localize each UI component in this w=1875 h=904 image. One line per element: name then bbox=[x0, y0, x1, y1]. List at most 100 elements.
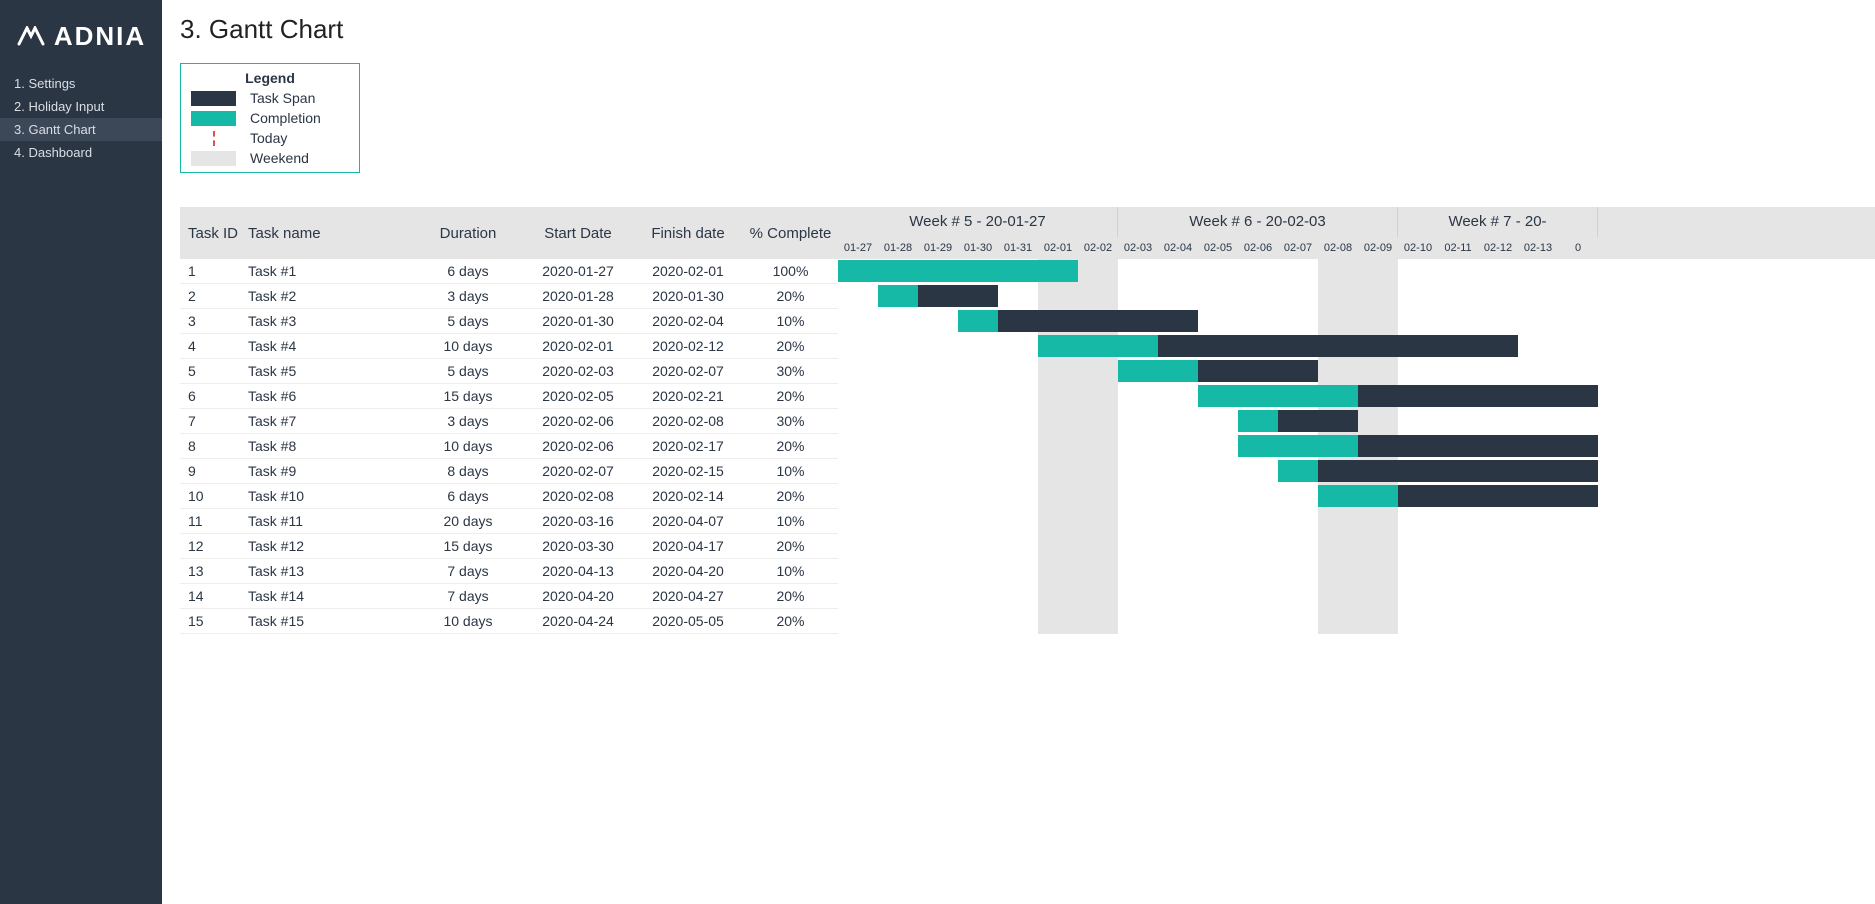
gantt-bar-completion[interactable] bbox=[1198, 385, 1358, 407]
gantt-row bbox=[838, 434, 1875, 459]
table-row[interactable]: 14Task #147 days2020-04-202020-04-2720% bbox=[180, 584, 838, 609]
nav-item[interactable]: 1. Settings bbox=[0, 72, 162, 95]
gantt-cell bbox=[1358, 284, 1398, 309]
gantt-cell bbox=[1558, 309, 1598, 334]
table-row[interactable]: 13Task #137 days2020-04-132020-04-2010% bbox=[180, 559, 838, 584]
gantt-cell bbox=[838, 284, 878, 309]
logo: ADNIA bbox=[0, 0, 162, 72]
gantt-cell bbox=[1398, 259, 1438, 284]
cell-finish-date: 2020-02-07 bbox=[633, 363, 743, 379]
gantt-bar-completion[interactable] bbox=[838, 260, 1078, 282]
gantt-cell bbox=[1438, 534, 1478, 559]
gantt-cell bbox=[1278, 284, 1318, 309]
gantt-cell bbox=[918, 309, 958, 334]
legend-row-weekend: Weekend bbox=[181, 148, 359, 172]
gantt-cell bbox=[1398, 534, 1438, 559]
table-row[interactable]: 4Task #410 days2020-02-012020-02-1220% bbox=[180, 334, 838, 359]
gantt-bar-span[interactable] bbox=[1278, 460, 1598, 482]
gantt-cell bbox=[1398, 284, 1438, 309]
gantt-week-cell: Week # 5 - 20-01-27 bbox=[838, 207, 1118, 237]
gantt-cell bbox=[1198, 409, 1238, 434]
table-row[interactable]: 1Task #16 days2020-01-272020-02-01100% bbox=[180, 259, 838, 284]
nav-list: 1. Settings2. Holiday Input3. Gantt Char… bbox=[0, 72, 162, 164]
cell-start-date: 2020-04-24 bbox=[523, 613, 633, 629]
gantt-cell bbox=[878, 459, 918, 484]
cell-task-id: 1 bbox=[180, 263, 248, 279]
gantt-cell bbox=[1198, 284, 1238, 309]
gantt-cell bbox=[1038, 584, 1078, 609]
gantt-row bbox=[838, 384, 1875, 409]
cell-percent-complete: 20% bbox=[743, 438, 838, 454]
page-title: 3. Gantt Chart bbox=[180, 14, 1875, 45]
table-row[interactable]: 15Task #1510 days2020-04-242020-05-0520% bbox=[180, 609, 838, 634]
gantt-cell bbox=[1358, 559, 1398, 584]
gantt-bar-completion[interactable] bbox=[1118, 360, 1198, 382]
gantt-bar-completion[interactable] bbox=[958, 310, 998, 332]
col-header-task-name[interactable]: Task name bbox=[248, 225, 413, 242]
gantt-cell bbox=[1158, 584, 1198, 609]
table-row[interactable]: 12Task #1215 days2020-03-302020-04-1720% bbox=[180, 534, 838, 559]
table-row[interactable]: 7Task #73 days2020-02-062020-02-0830% bbox=[180, 409, 838, 434]
gantt-cell bbox=[1558, 609, 1598, 634]
nav-item[interactable]: 3. Gantt Chart bbox=[0, 118, 162, 141]
gantt-cell bbox=[1198, 259, 1238, 284]
table-row[interactable]: 8Task #810 days2020-02-062020-02-1720% bbox=[180, 434, 838, 459]
gantt-cell bbox=[1158, 284, 1198, 309]
table-row[interactable]: 5Task #55 days2020-02-032020-02-0730% bbox=[180, 359, 838, 384]
gantt-cell bbox=[1118, 584, 1158, 609]
gantt-cell bbox=[878, 359, 918, 384]
gantt-cell bbox=[838, 484, 878, 509]
gantt-cell bbox=[1438, 409, 1478, 434]
table-row[interactable]: 9Task #98 days2020-02-072020-02-1510% bbox=[180, 459, 838, 484]
gantt-bar-completion[interactable] bbox=[1238, 435, 1358, 457]
gantt-cell bbox=[1118, 384, 1158, 409]
gantt-cell bbox=[1398, 409, 1438, 434]
table-row[interactable]: 11Task #1120 days2020-03-162020-04-0710% bbox=[180, 509, 838, 534]
cell-finish-date: 2020-02-01 bbox=[633, 263, 743, 279]
gantt-cell bbox=[958, 484, 998, 509]
cell-finish-date: 2020-01-30 bbox=[633, 288, 743, 304]
gantt-cell bbox=[998, 509, 1038, 534]
gantt-day-cell: 02-06 bbox=[1238, 237, 1278, 259]
gantt-cell bbox=[1518, 509, 1558, 534]
nav-item[interactable]: 4. Dashboard bbox=[0, 141, 162, 164]
col-header-finish-date[interactable]: Finish date bbox=[633, 225, 743, 242]
gantt-cell bbox=[1438, 584, 1478, 609]
col-header-start-date[interactable]: Start Date bbox=[523, 225, 633, 242]
gantt-cell bbox=[878, 509, 918, 534]
legend-box: Legend Task Span Completion Today Weeken… bbox=[180, 63, 360, 173]
gantt-cell bbox=[878, 584, 918, 609]
gantt-cell bbox=[1318, 559, 1358, 584]
gantt-cell bbox=[1438, 259, 1478, 284]
cell-duration: 10 days bbox=[413, 613, 523, 629]
table-row[interactable]: 3Task #35 days2020-01-302020-02-0410% bbox=[180, 309, 838, 334]
col-header-percent-complete[interactable]: % Complete bbox=[743, 225, 838, 242]
cell-duration: 6 days bbox=[413, 488, 523, 504]
gantt-cell bbox=[1278, 484, 1318, 509]
gantt-cell bbox=[1198, 534, 1238, 559]
gantt-cell bbox=[1358, 584, 1398, 609]
gantt-bar-completion[interactable] bbox=[1278, 460, 1318, 482]
table-row[interactable]: 10Task #106 days2020-02-082020-02-1420% bbox=[180, 484, 838, 509]
gantt-bar-completion[interactable] bbox=[1238, 410, 1278, 432]
gantt-bar-completion[interactable] bbox=[1318, 485, 1398, 507]
gantt-cell bbox=[1198, 459, 1238, 484]
gantt-cell bbox=[1278, 559, 1318, 584]
gantt-cell bbox=[1038, 434, 1078, 459]
table-row[interactable]: 2Task #23 days2020-01-282020-01-3020% bbox=[180, 284, 838, 309]
nav-item[interactable]: 2. Holiday Input bbox=[0, 95, 162, 118]
gantt-cell bbox=[838, 559, 878, 584]
gantt-cell bbox=[1478, 509, 1518, 534]
gantt-bar-completion[interactable] bbox=[1038, 335, 1158, 357]
gantt-cell bbox=[1398, 609, 1438, 634]
gantt-cell bbox=[1038, 359, 1078, 384]
col-header-duration[interactable]: Duration bbox=[413, 225, 523, 242]
col-header-task-id[interactable]: Task ID bbox=[180, 225, 248, 242]
table-row[interactable]: 6Task #615 days2020-02-052020-02-2120% bbox=[180, 384, 838, 409]
gantt-cell bbox=[1478, 409, 1518, 434]
gantt-cell bbox=[1318, 609, 1358, 634]
gantt-cell bbox=[838, 434, 878, 459]
gantt-cell bbox=[878, 409, 918, 434]
gantt-bar-completion[interactable] bbox=[878, 285, 918, 307]
gantt-cell bbox=[918, 484, 958, 509]
